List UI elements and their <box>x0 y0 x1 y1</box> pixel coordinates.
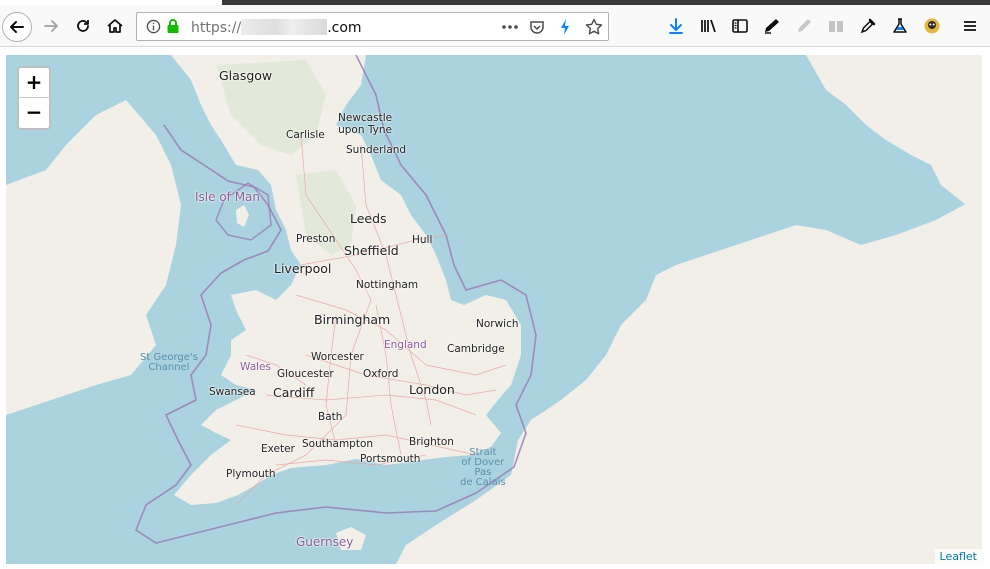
label-bath: Bath <box>318 411 343 423</box>
info-icon <box>146 19 161 34</box>
label-norwich: Norwich <box>476 318 519 330</box>
download-icon <box>669 18 683 34</box>
label-oxford: Oxford <box>363 368 399 380</box>
dropper-icon <box>860 18 876 34</box>
label-st-georges-channel: St George's Channel <box>140 352 198 373</box>
zoom-control: + − <box>17 66 51 130</box>
pen-icon <box>798 19 811 32</box>
bookmark-star-icon[interactable] <box>585 18 603 36</box>
more-icon[interactable] <box>501 24 519 30</box>
label-isle-of-man: Isle of Man <box>195 190 261 204</box>
downloads-button[interactable] <box>661 11 691 41</box>
label-cambridge: Cambridge <box>447 343 505 355</box>
sidebar-button[interactable] <box>725 11 755 41</box>
label-newcastle: Newcastle upon Tyne <box>338 112 393 136</box>
label-worcester: Worcester <box>311 351 364 363</box>
home-icon <box>107 19 123 33</box>
home-button[interactable] <box>100 11 130 41</box>
reload-button[interactable] <box>68 11 98 41</box>
label-brighton: Brighton <box>409 436 454 448</box>
map-container[interactable]: Glasgow Newcastle upon Tyne Carlisle Sun… <box>6 55 982 564</box>
label-wales: Wales <box>240 361 271 373</box>
zoom-out-button[interactable]: − <box>19 98 49 128</box>
label-cardiff: Cardiff <box>273 385 315 400</box>
url-tld: .com <box>327 20 362 36</box>
label-plymouth: Plymouth <box>226 468 276 480</box>
avatar-icon <box>924 18 940 34</box>
label-leeds: Leeds <box>350 211 387 226</box>
back-icon <box>10 21 24 33</box>
url-protocol: https:// <box>191 20 242 36</box>
label-sheffield: Sheffield <box>344 243 399 258</box>
label-glasgow: Glasgow <box>219 68 273 83</box>
label-swansea: Swansea <box>209 386 256 398</box>
reload-icon <box>77 20 89 32</box>
forward-icon <box>44 20 58 32</box>
extension-ink-button[interactable] <box>757 11 787 41</box>
redacted-domain <box>241 19 328 35</box>
extension-dropper-button[interactable] <box>853 11 883 41</box>
label-preston: Preston <box>296 233 336 245</box>
library-button[interactable] <box>693 11 723 41</box>
label-england: England <box>384 339 427 351</box>
label-birmingham: Birmingham <box>314 312 391 327</box>
label-portsmouth: Portsmouth <box>360 453 421 465</box>
reader-icon <box>829 21 843 32</box>
menu-button[interactable] <box>955 11 985 41</box>
label-guernsey: Guernsey <box>296 535 354 549</box>
label-sunderland: Sunderland <box>346 144 407 156</box>
lightning-icon[interactable] <box>559 18 571 36</box>
leaflet-attribution-link[interactable]: Leaflet <box>934 549 982 564</box>
label-gloucester: Gloucester <box>277 368 334 380</box>
extension-avatar-button[interactable] <box>917 11 947 41</box>
browser-toolbar: https:// .com <box>0 5 990 47</box>
forward-button[interactable] <box>36 11 66 41</box>
url-text: https:// .com <box>191 19 362 36</box>
lock-icon <box>167 19 179 33</box>
label-london: London <box>409 382 455 397</box>
land-isle-of-man <box>236 205 249 227</box>
label-carlisle: Carlisle <box>286 129 325 141</box>
extension-reader-button[interactable] <box>821 11 851 41</box>
land-denmark <box>806 55 982 215</box>
label-strait-of-dover: Strait of Dover Pas de Calais <box>460 447 506 488</box>
back-button[interactable] <box>2 12 32 42</box>
sidebar-icon <box>732 19 748 33</box>
extension-flask-button[interactable] <box>885 11 915 41</box>
menu-icon <box>964 21 976 31</box>
ink-icon <box>765 19 779 34</box>
label-exeter: Exeter <box>261 443 295 455</box>
url-bar[interactable]: https:// .com <box>136 12 609 41</box>
label-southampton: Southampton <box>302 438 374 450</box>
flask-icon <box>893 18 907 33</box>
library-icon <box>701 19 716 33</box>
zoom-in-button[interactable]: + <box>19 68 49 98</box>
label-hull: Hull <box>412 234 433 246</box>
label-liverpool: Liverpool <box>274 261 332 276</box>
label-nottingham: Nottingham <box>356 279 419 291</box>
extension-pen-button[interactable] <box>789 11 819 41</box>
pocket-icon[interactable] <box>529 19 545 35</box>
